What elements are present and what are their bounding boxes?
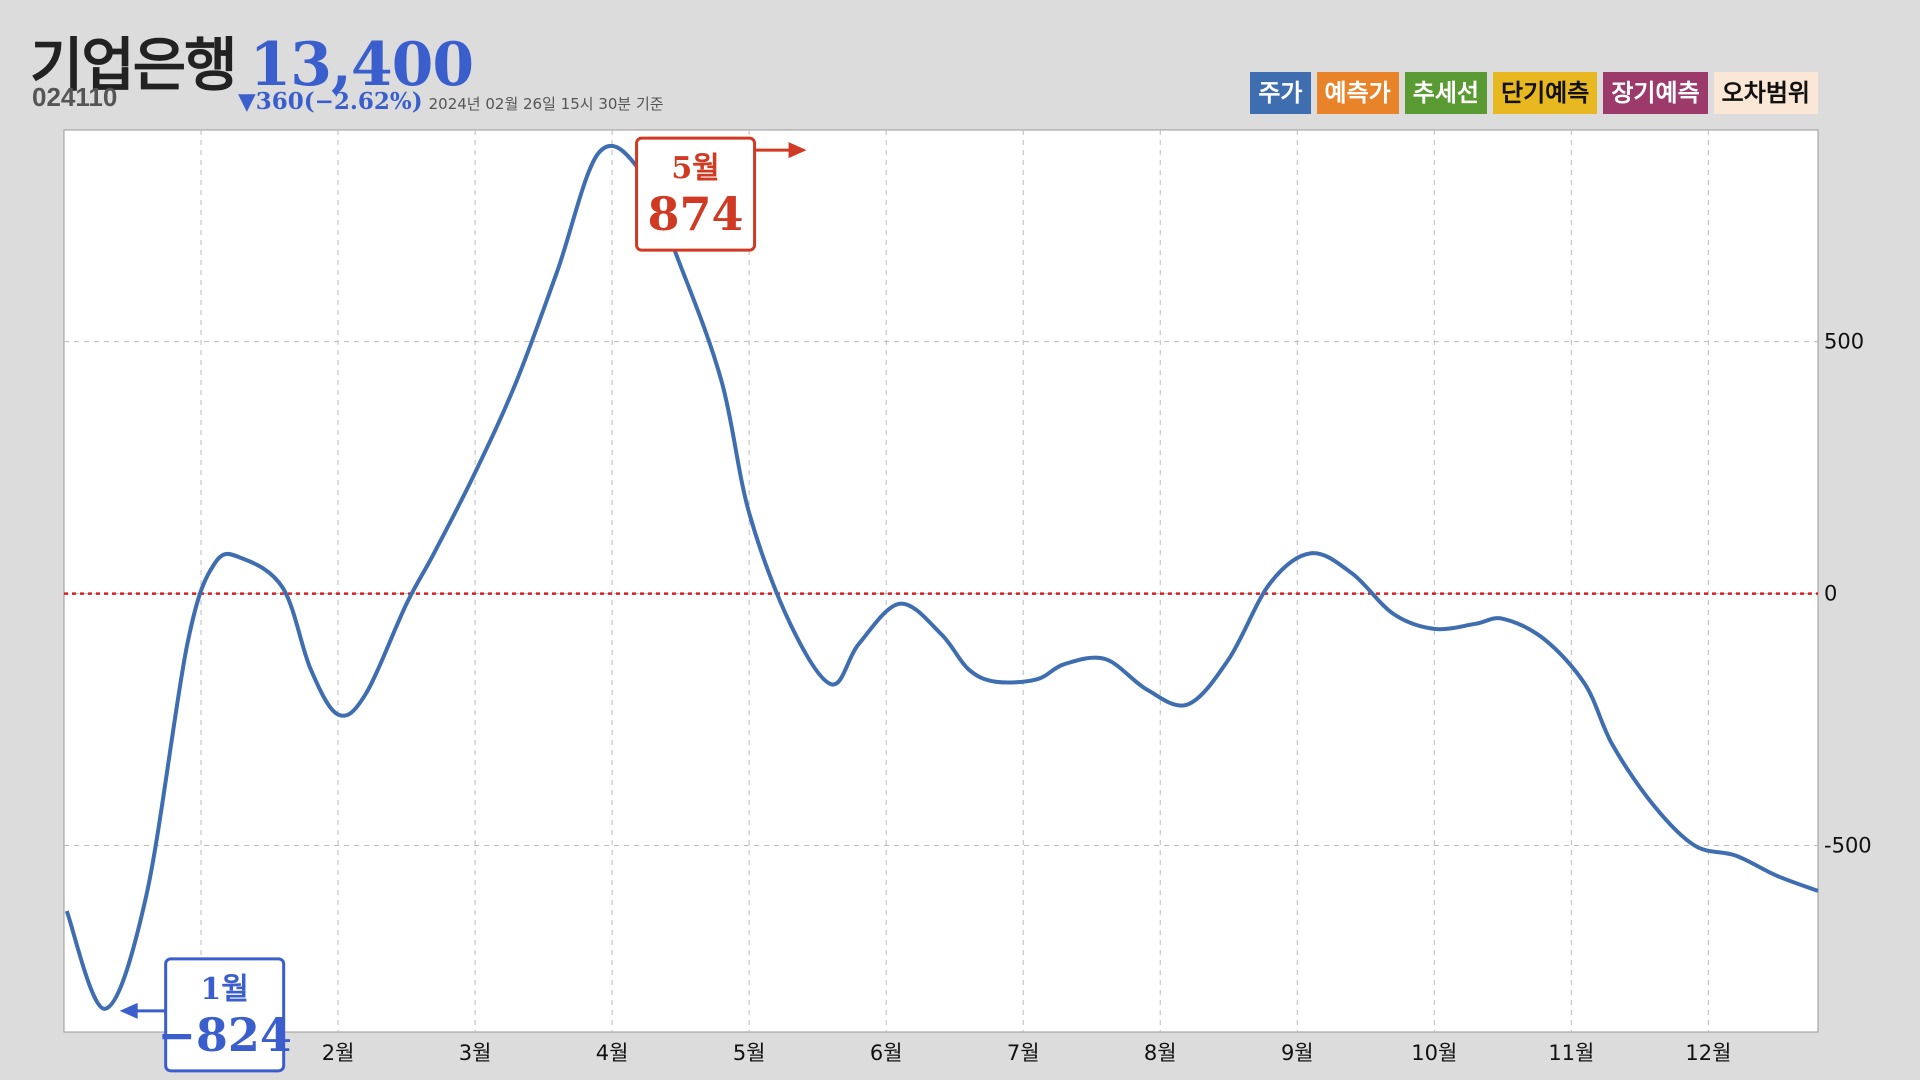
y-tick-label: -500 xyxy=(1824,834,1872,858)
chart: 1월2월3월4월5월6월7월8월9월10월11월12월5000-5005월874… xyxy=(63,129,1872,1073)
y-tick-label: 0 xyxy=(1824,582,1837,606)
max-callout-value: 874 xyxy=(648,187,744,241)
plot-area xyxy=(63,129,1819,1033)
x-tick-label: 3월 xyxy=(459,1041,492,1065)
x-tick-label: 5월 xyxy=(733,1041,766,1065)
x-tick-label: 12월 xyxy=(1685,1041,1731,1065)
x-tick-label: 2월 xyxy=(322,1041,355,1065)
x-tick-label: 6월 xyxy=(870,1041,903,1065)
x-tick-label: 9월 xyxy=(1281,1041,1314,1065)
min-callout-month: 1월 xyxy=(200,972,248,1007)
x-tick-label: 11월 xyxy=(1548,1041,1594,1065)
x-tick-label: 10월 xyxy=(1411,1041,1457,1065)
x-tick-label: 8월 xyxy=(1144,1041,1177,1065)
min-callout-value: −824 xyxy=(157,1008,292,1062)
max-callout-month: 5월 xyxy=(671,151,719,186)
x-tick-label: 4월 xyxy=(596,1041,629,1065)
x-tick-label: 7월 xyxy=(1007,1041,1040,1065)
y-tick-label: 500 xyxy=(1824,330,1864,354)
